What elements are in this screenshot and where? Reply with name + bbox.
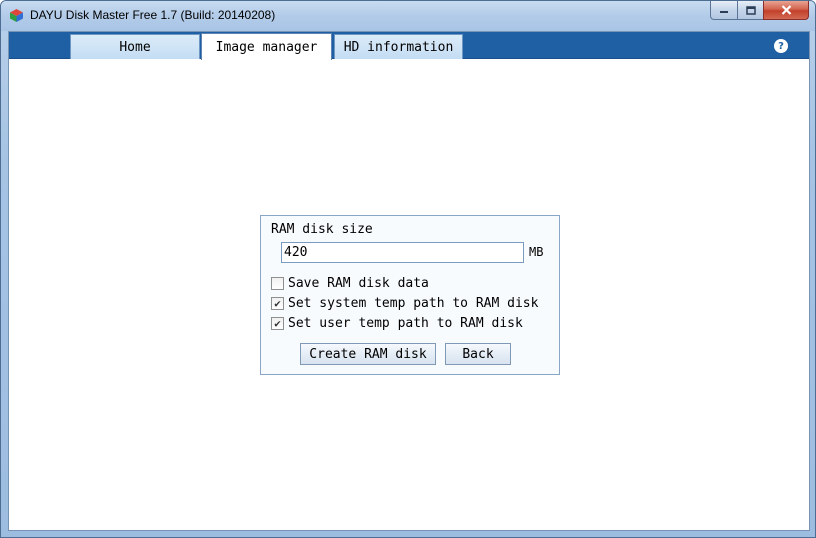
window-title: DAYU Disk Master Free 1.7 (Build: 201402…	[30, 8, 276, 22]
tab-bar: Home Image manager HD information ?	[9, 32, 809, 60]
minimize-button[interactable]	[710, 1, 737, 20]
close-icon	[781, 5, 791, 15]
system-temp-path-label: Set system temp path to RAM disk	[288, 296, 539, 311]
maximize-icon	[745, 5, 756, 15]
save-ram-disk-data-label: Save RAM disk data	[288, 276, 429, 291]
maximize-button[interactable]	[737, 1, 763, 20]
tab-image-manager[interactable]: Image manager	[201, 33, 332, 60]
system-temp-path-option[interactable]: ✔ Set system temp path to RAM disk	[271, 296, 538, 311]
app-window: DAYU Disk Master Free 1.7 (Build: 201402…	[0, 0, 816, 538]
help-icon[interactable]: ?	[774, 39, 788, 53]
create-ram-disk-button[interactable]: Create RAM disk	[300, 343, 436, 365]
save-ram-disk-data-checkbox[interactable]	[271, 277, 284, 290]
tab-hd-information[interactable]: HD information	[334, 34, 463, 59]
tab-home[interactable]: Home	[70, 34, 200, 59]
size-unit-label: MB	[529, 245, 544, 259]
system-temp-path-checkbox[interactable]: ✔	[271, 297, 284, 310]
user-temp-path-checkbox[interactable]: ✔	[271, 317, 284, 330]
window-controls	[710, 1, 809, 21]
app-logo-icon	[10, 9, 23, 22]
user-temp-path-label: Set user temp path to RAM disk	[288, 316, 523, 331]
ram-disk-size-input[interactable]	[281, 242, 524, 263]
back-button[interactable]: Back	[445, 343, 511, 365]
client-area: Home Image manager HD information ? RAM …	[8, 31, 810, 531]
user-temp-path-option[interactable]: ✔ Set user temp path to RAM disk	[271, 316, 523, 331]
title-bar[interactable]: DAYU Disk Master Free 1.7 (Build: 201402…	[1, 1, 815, 31]
save-ram-disk-data-option[interactable]: Save RAM disk data	[271, 276, 429, 291]
ram-disk-size-label: RAM disk size	[271, 222, 373, 237]
ram-disk-panel: RAM disk size MB Save RAM disk data ✔ Se…	[260, 215, 560, 375]
minimize-icon	[720, 11, 728, 13]
close-button[interactable]	[763, 1, 809, 20]
